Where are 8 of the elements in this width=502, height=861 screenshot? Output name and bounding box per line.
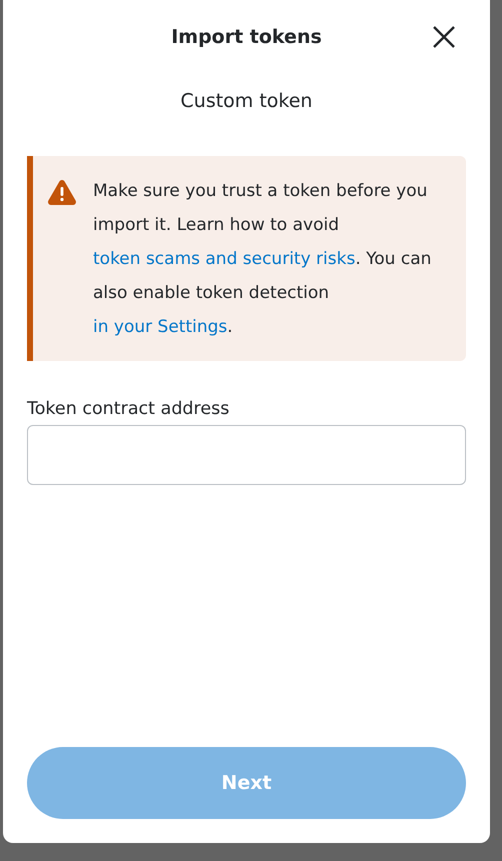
scams-link[interactable]: token scams and security risks bbox=[93, 249, 356, 269]
settings-link[interactable]: in your Settings bbox=[93, 317, 228, 337]
dialog-title: Import tokens bbox=[171, 26, 322, 48]
warning-icon bbox=[47, 178, 77, 206]
address-input-field[interactable] bbox=[27, 425, 466, 485]
section-title: Custom token bbox=[180, 90, 314, 114]
field-label: Token contract address bbox=[27, 399, 230, 419]
warning-message: Make sure you trust a token before you import it. Learn how to avoid token scams and security risks. You can also enable token detection in your Settings. bbox=[93, 180, 432, 339]
